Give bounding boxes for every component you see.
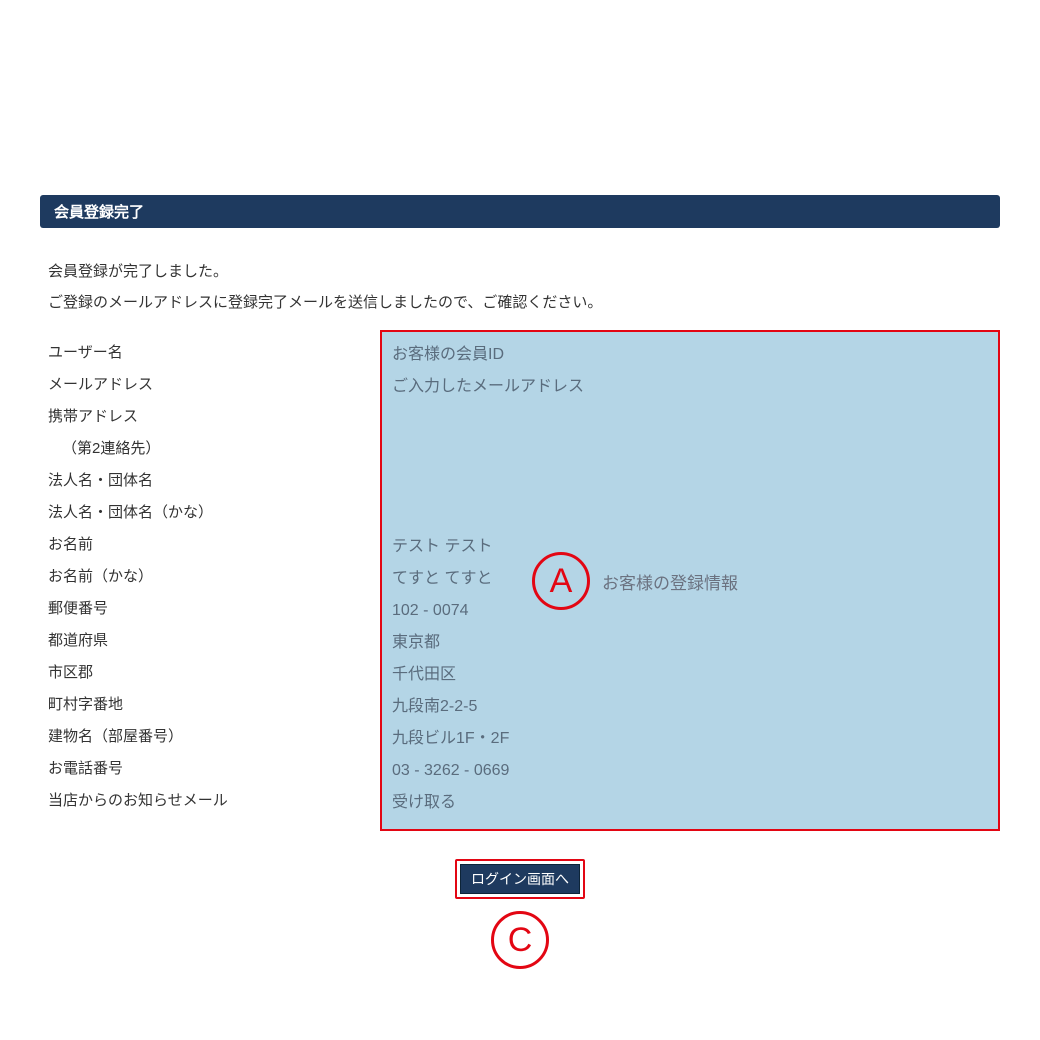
values-box: お客様の会員ID ご入力したメールアドレス テスト テスト てすと てすと 10…: [380, 330, 1000, 831]
value-corp: [392, 467, 988, 499]
label-newsletter: 当店からのお知らせメール: [48, 785, 380, 817]
annotation-a-circle: A: [532, 552, 590, 610]
value-phone: 03 - 3262 - 0669: [392, 755, 988, 787]
value-building: 九段ビル1F・2F: [392, 723, 988, 755]
value-mobile-sub: [392, 435, 988, 467]
value-username: お客様の会員ID: [392, 339, 988, 371]
label-corp-kana: 法人名・団体名（かな）: [48, 497, 380, 529]
button-highlight-border: ログイン画面へ: [455, 859, 585, 899]
label-city: 市区郡: [48, 657, 380, 689]
message-line1: 会員登録が完了しました。: [40, 260, 1000, 281]
login-button[interactable]: ログイン画面へ: [460, 864, 580, 894]
message-line2: ご登録のメールアドレスに登録完了メールを送信しましたので、ご確認ください。: [40, 291, 1000, 312]
info-section: ユーザー名 メールアドレス 携帯アドレス （第2連絡先） 法人名・団体名 法人名…: [40, 330, 1000, 831]
value-newsletter: 受け取る: [392, 787, 988, 819]
label-username: ユーザー名: [48, 337, 380, 369]
value-email: ご入力したメールアドレス: [392, 371, 988, 403]
page-header: 会員登録完了: [40, 195, 1000, 228]
label-address: 町村字番地: [48, 689, 380, 721]
annotation-c-circle: C: [491, 911, 549, 969]
label-email: メールアドレス: [48, 369, 380, 401]
label-name: お名前: [48, 529, 380, 561]
button-area: ログイン画面へ C: [40, 859, 1000, 969]
annotation-a-text: お客様の登録情報: [602, 569, 738, 594]
label-building: 建物名（部屋番号）: [48, 721, 380, 753]
value-mobile: [392, 403, 988, 435]
labels-column: ユーザー名 メールアドレス 携帯アドレス （第2連絡先） 法人名・団体名 法人名…: [40, 330, 380, 831]
label-corp: 法人名・団体名: [48, 465, 380, 497]
value-city: 千代田区: [392, 659, 988, 691]
annotation-a: A お客様の登録情報: [532, 552, 738, 610]
label-mobile: 携帯アドレス: [48, 401, 380, 433]
value-prefecture: 東京都: [392, 627, 988, 659]
label-prefecture: 都道府県: [48, 625, 380, 657]
value-corp-kana: [392, 499, 988, 531]
value-address: 九段南2-2-5: [392, 691, 988, 723]
label-phone: お電話番号: [48, 753, 380, 785]
label-mobile-sub: （第2連絡先）: [48, 433, 380, 465]
label-name-kana: お名前（かな）: [48, 561, 380, 593]
label-postal: 郵便番号: [48, 593, 380, 625]
annotation-c-wrapper: C: [40, 899, 1000, 969]
